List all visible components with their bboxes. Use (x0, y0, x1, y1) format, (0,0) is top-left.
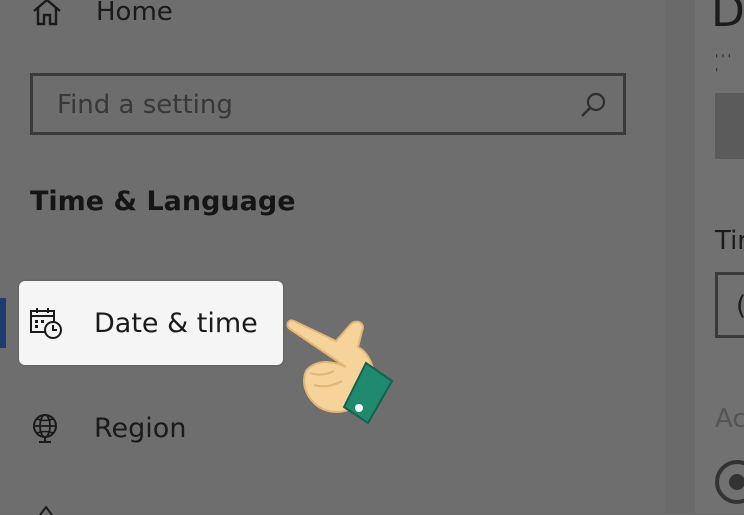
time-zone-dropdown[interactable]: ( (715, 272, 744, 338)
page-subtext: ''' ' (715, 52, 734, 80)
adjust-label: Ac (715, 404, 744, 434)
home-icon (33, 0, 61, 26)
calendar-clock-icon (30, 308, 62, 339)
search-box[interactable] (30, 73, 626, 135)
nav-item-region[interactable]: Region (30, 405, 186, 451)
toggle-knob (729, 474, 744, 490)
content-pane: D ''' ' Tir ( Ac (695, 0, 744, 513)
time-zone-label: Tir (715, 226, 744, 256)
search-icon[interactable] (579, 91, 607, 119)
settings-sidebar: Home Time & Language Date & time (0, 0, 665, 515)
page-title: D (711, 0, 744, 37)
globe-icon (33, 414, 57, 443)
search-input[interactable] (55, 86, 579, 124)
preview-block (715, 93, 744, 159)
pane-divider (665, 0, 695, 513)
partial-nav-icon (39, 505, 53, 515)
section-heading: Time & Language (30, 186, 296, 217)
nav-item-home[interactable]: Home (30, 0, 173, 32)
nav-item-date-time-label: Date & time (94, 307, 258, 339)
pointer-hand-icon (286, 319, 394, 425)
nav-item-date-time[interactable]: Date & time (19, 281, 283, 365)
toggle-control[interactable] (715, 460, 744, 504)
nav-item-home-label: Home (96, 0, 173, 27)
dropdown-value: ( (736, 291, 744, 321)
nav-item-region-label: Region (94, 412, 187, 444)
active-indicator (0, 298, 6, 348)
